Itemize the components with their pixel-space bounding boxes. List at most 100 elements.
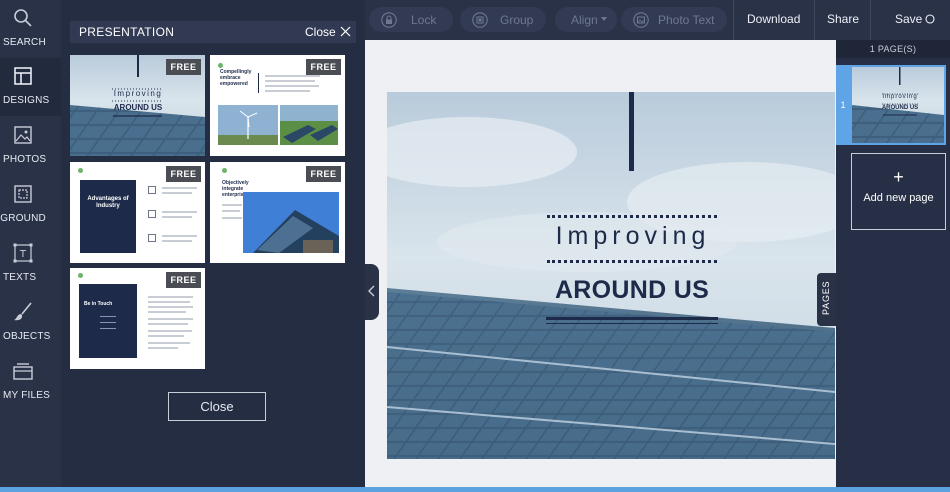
toolbar-divider (733, 0, 734, 40)
template-navy-block (80, 180, 136, 253)
logo-dot (222, 168, 227, 173)
feature-icon (148, 186, 156, 194)
sidebar-item-label: DESIGNS (3, 95, 50, 106)
slide-title-improving[interactable]: Improving (548, 222, 718, 251)
svg-text:T: T (19, 249, 27, 260)
add-new-page-button[interactable]: + Add new page (851, 153, 946, 230)
template-card-compellingly[interactable]: Compellingly embrace empowered FREE (210, 55, 345, 156)
plus-icon: + (893, 167, 904, 187)
photo-text-button[interactable]: Photo Text (621, 7, 727, 32)
template-card-objectively[interactable]: Objectively integrate enterprise-wide FR… (210, 162, 345, 263)
bottom-accent-bar (0, 487, 950, 492)
save-button[interactable]: Save (895, 12, 922, 26)
sidebar-item-texts[interactable]: T TEXTS (0, 235, 61, 293)
align-label: Align (571, 13, 598, 27)
top-toolbar: Lock Group Align Photo Text Download Sha… (365, 0, 950, 40)
solar-roof-image (243, 192, 339, 253)
lock-button[interactable]: Lock (369, 7, 453, 32)
page-preview-line2: AROUND US (881, 105, 919, 111)
photo-text-icon (633, 12, 649, 28)
search-icon (14, 9, 32, 27)
chevron-left-icon (368, 285, 375, 297)
free-badge: FREE (166, 166, 201, 182)
free-badge: FREE (306, 59, 341, 75)
add-new-page-label: Add new page (863, 192, 934, 204)
sidebar-item-label: SEARCH (3, 37, 46, 48)
download-button[interactable]: Download (747, 12, 800, 26)
folder-icon (13, 363, 33, 380)
lock-icon (381, 12, 397, 28)
slide-underline-thick[interactable] (546, 317, 718, 320)
template-line1: Improving (113, 89, 163, 98)
slide-underline-thin[interactable] (546, 323, 718, 324)
close-panel-button[interactable]: Close (168, 392, 266, 421)
text-icon: T (13, 243, 33, 263)
save-status-icon (925, 14, 935, 24)
share-button[interactable]: Share (827, 12, 859, 26)
brush-icon (14, 302, 32, 321)
template-navy-block (79, 284, 137, 358)
page-count: 1 PAGE(S) (836, 40, 950, 58)
free-badge: FREE (166, 59, 201, 75)
group-icon (472, 12, 488, 28)
tool-sidebar: SEARCH DESIGNS PHOTOS CKGROUND T TEXTS O… (0, 0, 61, 487)
template-heading: Compellingly embrace empowered (220, 69, 252, 87)
panel-title: PRESENTATION (79, 25, 175, 39)
template-line2: AROUND US (113, 103, 163, 112)
app-root: SEARCH DESIGNS PHOTOS CKGROUND T TEXTS O… (0, 0, 950, 492)
page-thumbnail-1[interactable]: 1 Improving AROUND US (836, 65, 950, 145)
group-label: Group (500, 13, 534, 27)
photo-text-label: Photo Text (658, 13, 715, 27)
logo-dot (218, 63, 223, 68)
sidebar-item-label: CKGROUND (0, 213, 46, 224)
toolbar-divider (870, 0, 871, 40)
sidebar-item-photos[interactable]: PHOTOS (0, 117, 61, 175)
align-dropdown[interactable]: Align (555, 7, 617, 32)
sidebar-item-objects[interactable]: OBJECTS (0, 294, 61, 352)
template-heading: Advantages of Industry (87, 196, 129, 209)
page-preview: Improving AROUND US (850, 65, 946, 145)
toolbar-divider (814, 0, 815, 40)
template-heading: Be in Touch (84, 301, 113, 307)
layout-icon (14, 67, 32, 85)
wind-turbine-image (218, 105, 278, 145)
feature-icon (148, 234, 156, 242)
templates-panel-header: PRESENTATION Close (70, 21, 356, 43)
feature-icon (148, 210, 156, 218)
slide-title-around-us[interactable]: AROUND US (537, 276, 727, 305)
free-badge: FREE (306, 166, 341, 182)
sidebar-item-my-files[interactable]: MY FILES (0, 353, 61, 411)
slide-vertical-line[interactable] (629, 92, 634, 171)
logo-dot (78, 273, 83, 278)
logo-dot (78, 168, 83, 173)
slide-dotted-line-top[interactable] (547, 215, 717, 218)
sidebar-item-label: PHOTOS (3, 154, 47, 165)
template-card-be-in-touch[interactable]: Be in Touch FREE (70, 268, 205, 369)
sidebar-item-background[interactable]: CKGROUND (0, 176, 61, 234)
solar-field-image (280, 105, 338, 145)
slide-canvas[interactable]: Improving AROUND US (387, 92, 835, 459)
image-icon (14, 126, 32, 144)
slide-dotted-line-bottom[interactable] (547, 260, 717, 263)
panel-close-link[interactable]: Close (305, 25, 336, 39)
chevron-down-icon (601, 17, 607, 21)
sidebar-item-label: OBJECTS (3, 331, 51, 342)
lock-label: Lock (411, 13, 437, 27)
sidebar-item-designs[interactable]: DESIGNS (0, 58, 61, 116)
pages-panel: 1 PAGE(S) 1 Improving AROUND US + Add ne… (836, 40, 950, 488)
texture-icon (14, 185, 32, 203)
free-badge: FREE (166, 272, 201, 288)
sidebar-item-search[interactable]: SEARCH (0, 0, 61, 58)
pages-tab-label: PAGES (821, 280, 831, 315)
template-card-improving[interactable]: Improving AROUND US FREE (70, 55, 205, 156)
page-preview-line1: Improving (882, 94, 918, 100)
close-icon[interactable] (340, 26, 351, 37)
pages-panel-toggle[interactable]: PAGES (817, 273, 836, 326)
sidebar-item-label: MY FILES (3, 390, 50, 401)
group-button[interactable]: Group (460, 7, 546, 32)
divider (258, 73, 259, 93)
template-card-advantages[interactable]: Advantages of Industry FREE (70, 162, 205, 263)
page-number: 1 (836, 65, 850, 145)
sidebar-item-label: TEXTS (3, 272, 37, 283)
collapse-panel-handle[interactable] (365, 264, 379, 320)
